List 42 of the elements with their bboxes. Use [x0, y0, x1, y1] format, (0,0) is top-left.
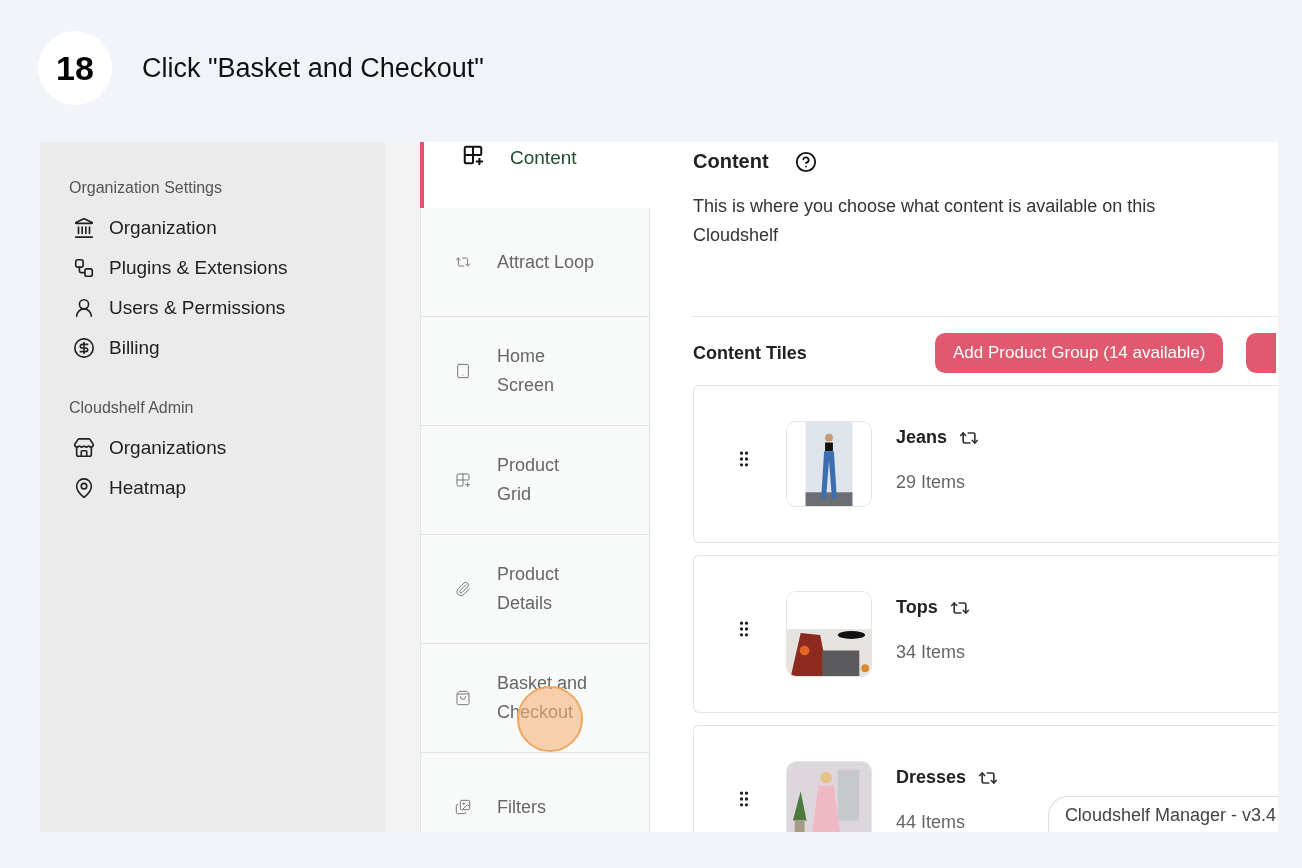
dollar-icon: [73, 337, 95, 359]
section-title: Content: [693, 149, 769, 174]
map-pin-icon: [73, 477, 95, 499]
step-number: 18: [38, 31, 112, 105]
add-product-group-button[interactable]: Add Product Group (14 available): [935, 333, 1224, 373]
sidebar-item[interactable]: Heatmap: [69, 468, 385, 508]
add-button[interactable]: [1246, 333, 1277, 373]
settings-tab[interactable]: Attract Loop: [420, 208, 650, 317]
item-count: 29 Items: [896, 471, 967, 494]
sidebar-item[interactable]: Users & Permissions: [69, 288, 385, 328]
store-icon: [73, 437, 95, 459]
step-instruction: Click "Basket and Checkout": [142, 51, 484, 85]
tile-title: Dresses: [896, 766, 967, 789]
settings-tab[interactable]: Home Screen: [420, 317, 650, 426]
grid-plus-icon: [462, 144, 484, 166]
bank-icon: [73, 217, 95, 239]
tablet-icon: [455, 363, 471, 379]
images-icon: [455, 799, 471, 815]
swap-icon: [455, 254, 471, 270]
tiles-heading: Content Tiles: [693, 341, 808, 365]
settings-tab[interactable]: Content: [420, 142, 650, 208]
settings-tab[interactable]: Product Grid: [420, 426, 650, 535]
section-heading: Organization Settings: [69, 178, 223, 198]
bag-icon: [455, 690, 471, 706]
item-count: 44 Items: [896, 811, 967, 832]
settings-tab[interactable]: Filters: [420, 753, 650, 832]
sidebar-item[interactable]: Organizations: [69, 428, 385, 468]
user-icon: [73, 297, 95, 319]
nodes-icon: [73, 257, 95, 279]
tile-title: Tops: [896, 596, 938, 619]
description: This is where you choose what content is available on this Cloudshelf: [693, 195, 1157, 247]
help-icon[interactable]: [794, 151, 817, 173]
tile-title: Jeans: [896, 426, 948, 449]
grid-plus-icon: [455, 472, 471, 488]
settings-tab[interactable]: Product Details: [420, 535, 650, 644]
section-heading: Cloudshelf Admin: [69, 398, 195, 418]
paperclip-icon: [455, 581, 471, 597]
sidebar-item[interactable]: Plugins & Extensions: [69, 248, 385, 288]
sidebar-item[interactable]: Organization: [69, 208, 385, 248]
version-pill: Cloudshelf Manager - v3.4: [1047, 796, 1278, 832]
item-count: 34 Items: [896, 641, 967, 664]
sidebar-item[interactable]: Billing: [69, 328, 385, 368]
